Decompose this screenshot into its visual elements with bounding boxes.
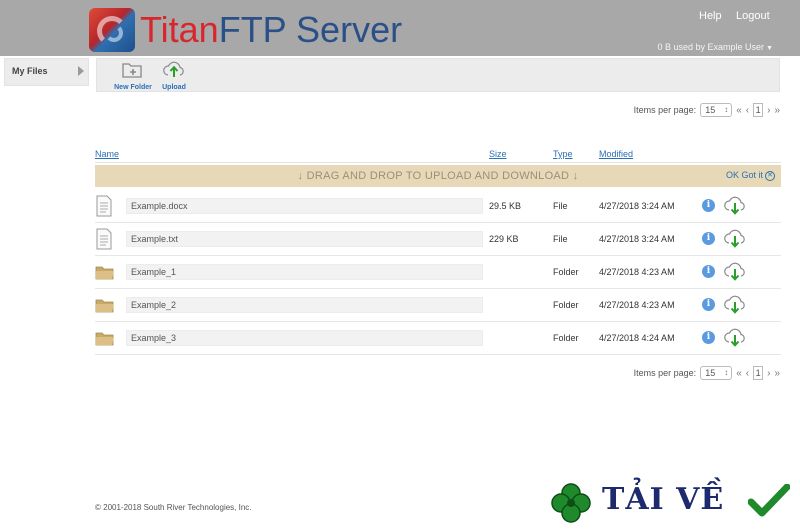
next-page-button[interactable]: ›	[767, 105, 770, 116]
pager-top: Items per page: 15 « ‹ 1 › »	[634, 103, 780, 117]
cloud-download-icon[interactable]	[723, 195, 747, 215]
info-icon[interactable]: i	[702, 265, 715, 278]
watermark: TẢI VỀ	[550, 480, 800, 531]
logout-link[interactable]: Logout	[736, 10, 770, 22]
file-type: Folder	[553, 300, 579, 310]
last-page-button[interactable]: »	[774, 105, 780, 116]
brand-ftp-server: FTP Server	[218, 9, 403, 50]
brand-titan: Titan	[140, 9, 219, 50]
file-modified: 4/27/2018 4:23 AM	[599, 267, 675, 277]
file-row[interactable]: Example_2 Folder 4/27/2018 4:23 AM i	[95, 289, 781, 322]
file-modified: 4/27/2018 4:24 AM	[599, 333, 675, 343]
watermark-text: TẢI VỀ	[602, 482, 725, 517]
info-icon[interactable]: i	[702, 298, 715, 311]
column-header-modified[interactable]: Modified	[599, 149, 633, 159]
divider	[95, 162, 781, 163]
info-icon[interactable]: i	[702, 331, 715, 344]
new-folder-label: New Folder	[114, 84, 152, 91]
file-name-field[interactable]: Example_3	[126, 330, 483, 346]
page-number-input[interactable]: 1	[753, 366, 764, 380]
usage-text: 0 B used by Example User	[657, 42, 765, 52]
file-row[interactable]: Example.docx 29.5 KB File 4/27/2018 3:24 AM…	[95, 190, 781, 223]
top-header: TitanFTP Server Help Logout 0 B used by …	[0, 0, 800, 56]
file-type: Folder	[553, 333, 579, 343]
file-name-field[interactable]: Example_2	[126, 297, 483, 313]
column-header-type[interactable]: Type	[553, 149, 573, 159]
clover-icon	[551, 483, 591, 523]
prev-page-button[interactable]: ‹	[746, 105, 749, 116]
file-size: 229 KB	[489, 234, 519, 244]
cloud-upload-icon	[163, 61, 184, 77]
checkmark-icon	[748, 484, 790, 517]
cloud-download-icon[interactable]	[723, 294, 747, 314]
file-type: File	[553, 201, 568, 211]
ok-got-it-button[interactable]: OK Got it ✕	[726, 170, 775, 181]
file-name-field[interactable]: Example.docx	[126, 198, 483, 214]
file-modified: 4/27/2018 3:24 AM	[599, 234, 675, 244]
cloud-download-icon[interactable]	[723, 228, 747, 248]
close-icon: ✕	[765, 170, 775, 181]
drag-drop-banner: ↓ DRAG AND DROP TO UPLOAD AND DOWNLOAD ↓…	[95, 165, 781, 187]
file-type: File	[553, 234, 568, 244]
cloud-download-icon[interactable]	[723, 327, 747, 347]
help-link[interactable]: Help	[699, 10, 722, 22]
info-icon[interactable]: i	[702, 199, 715, 212]
items-per-page-select[interactable]: 15	[700, 103, 733, 117]
new-folder-button[interactable]: New Folder	[113, 61, 153, 91]
file-name-field[interactable]: Example_1	[126, 264, 483, 280]
footer-copyright: © 2001-2018 South River Technologies, In…	[95, 503, 252, 512]
chevron-right-icon	[78, 66, 84, 76]
document-icon	[95, 195, 113, 217]
file-row[interactable]: Example_3 Folder 4/27/2018 4:24 AM i	[95, 322, 781, 355]
items-per-page-label: Items per page:	[633, 105, 697, 115]
file-size: 29.5 KB	[489, 201, 522, 211]
column-header-name[interactable]: Name	[95, 149, 119, 159]
new-folder-icon	[122, 63, 142, 78]
pager-bottom: Items per page: 15 « ‹ 1 › »	[634, 366, 780, 380]
column-header-size[interactable]: Size	[489, 149, 507, 159]
file-row[interactable]: Example.txt 229 KB File 4/27/2018 3:24 AM i	[95, 223, 781, 256]
first-page-button[interactable]: «	[736, 105, 742, 116]
last-page-button[interactable]: »	[774, 368, 780, 379]
file-name-field[interactable]: Example.txt	[126, 231, 483, 247]
document-icon	[95, 228, 113, 250]
toolbar: New Folder Upload	[96, 58, 780, 92]
sidebar-item-my-files[interactable]: My Files	[4, 58, 89, 86]
drag-drop-text: ↓ DRAG AND DROP TO UPLOAD AND DOWNLOAD ↓	[297, 170, 579, 182]
first-page-button[interactable]: «	[736, 368, 742, 379]
titan-logo-icon	[89, 8, 135, 52]
file-modified: 4/27/2018 3:24 AM	[599, 201, 675, 211]
folder-icon	[95, 327, 114, 349]
cloud-download-icon[interactable]	[723, 261, 747, 281]
ok-got-it-label: OK Got it	[725, 170, 763, 180]
upload-label: Upload	[162, 84, 186, 91]
file-type: Folder	[553, 267, 579, 277]
file-modified: 4/27/2018 4:23 AM	[599, 300, 675, 310]
folder-icon	[95, 261, 114, 283]
prev-page-button[interactable]: ‹	[746, 368, 749, 379]
info-icon[interactable]: i	[702, 232, 715, 245]
sidebar-item-label: My Files	[12, 66, 48, 76]
items-per-page-select[interactable]: 15	[700, 366, 733, 380]
folder-icon	[95, 294, 114, 316]
items-per-page-label: Items per page:	[633, 368, 697, 378]
caret-down-icon: ▼	[766, 45, 773, 52]
file-row[interactable]: Example_1 Folder 4/27/2018 4:23 AM i	[95, 256, 781, 289]
upload-button[interactable]: Upload	[159, 61, 189, 91]
user-usage-menu[interactable]: 0 B used by Example User ▼	[658, 42, 774, 52]
next-page-button[interactable]: ›	[767, 368, 770, 379]
page-number-input[interactable]: 1	[753, 103, 764, 117]
brand-title: TitanFTP Server	[140, 10, 402, 50]
